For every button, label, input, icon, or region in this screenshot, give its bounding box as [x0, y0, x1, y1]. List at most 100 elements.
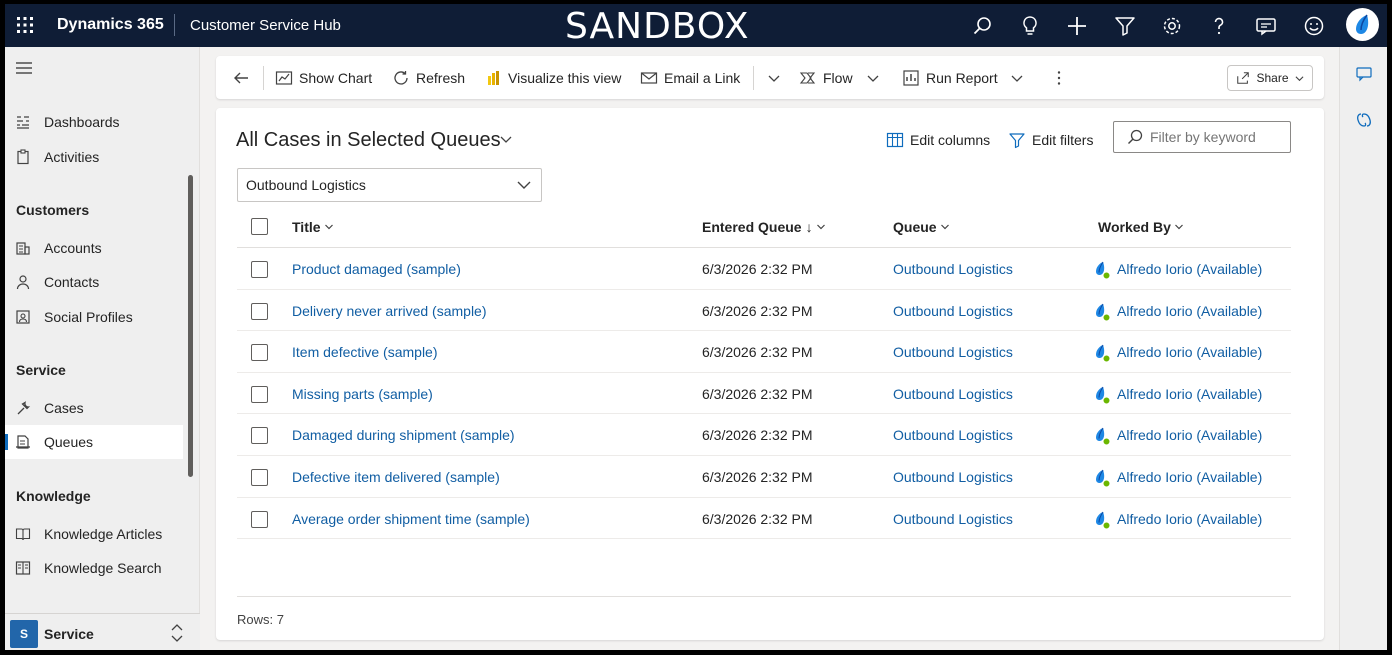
more-email-chevron[interactable]: [765, 56, 789, 99]
hamburger-icon[interactable]: [15, 61, 33, 75]
nav-item-knowledge-search[interactable]: Knowledge Search: [5, 551, 183, 585]
nav-section-service: Service: [16, 362, 66, 378]
smiley-icon[interactable]: [1302, 14, 1326, 38]
case-title-link[interactable]: Missing parts (sample): [292, 386, 433, 402]
dynamics-title[interactable]: Dynamics 365: [57, 16, 164, 34]
chat-icon[interactable]: [1254, 14, 1278, 38]
nav-scrollbar[interactable]: [188, 175, 193, 477]
queue-selector-value: Outbound Logistics: [246, 177, 366, 193]
user-presence-avatar-icon: [1091, 510, 1111, 530]
back-arrow-icon: [234, 72, 248, 83]
case-title-link[interactable]: Delivery never arrived (sample): [292, 303, 487, 319]
up-down-chevron-icon[interactable]: [170, 623, 184, 643]
view-title[interactable]: All Cases in Selected Queues: [236, 129, 501, 152]
view-selector-chevron-icon[interactable]: [499, 132, 513, 146]
case-title-link[interactable]: Defective item delivered (sample): [292, 469, 500, 485]
more-commands-button[interactable]: [1050, 56, 1074, 99]
queue-link[interactable]: Outbound Logistics: [893, 469, 1013, 485]
row-checkbox[interactable]: [251, 344, 268, 362]
row-checkbox[interactable]: [251, 510, 268, 528]
email-link-button[interactable]: Email a Link: [640, 56, 740, 99]
nav-label: Knowledge Articles: [44, 526, 163, 542]
queue-link[interactable]: Outbound Logistics: [893, 344, 1013, 360]
queue-link[interactable]: Outbound Logistics: [893, 386, 1013, 402]
table-row[interactable]: Damaged during shipment (sample) 6/3/202…: [237, 414, 1291, 456]
nav-item-cases[interactable]: Cases: [5, 391, 183, 425]
lightbulb-icon[interactable]: [1018, 14, 1042, 38]
column-header-worked-by[interactable]: Worked By: [1098, 219, 1184, 235]
chevron-down-icon: [1174, 224, 1183, 230]
command-bar: Show Chart Refresh Visualize this view E…: [216, 56, 1324, 99]
help-icon[interactable]: [1207, 14, 1231, 38]
row-checkbox[interactable]: [251, 261, 268, 278]
profile-icon: [15, 309, 31, 325]
table-row[interactable]: Item defective (sample) 6/3/2026 2:32 PM…: [237, 331, 1291, 373]
user-presence-avatar-icon: [1091, 426, 1111, 446]
back-button[interactable]: [232, 56, 256, 99]
row-checkbox[interactable]: [251, 468, 268, 486]
worked-by-link[interactable]: Alfredo Iorio (Available): [1117, 261, 1262, 277]
edit-filters-button[interactable]: Edit filters: [1008, 128, 1093, 152]
refresh-button[interactable]: Refresh: [392, 56, 465, 99]
flow-icon: [799, 71, 816, 84]
app-name[interactable]: Customer Service Hub: [190, 17, 341, 34]
gear-icon[interactable]: [1160, 14, 1184, 38]
more-vertical-icon: [1057, 70, 1061, 85]
show-chart-button[interactable]: Show Chart: [275, 56, 372, 99]
visualize-view-button[interactable]: Visualize this view: [484, 56, 621, 99]
share-button[interactable]: Share: [1227, 65, 1313, 91]
run-report-button[interactable]: Run Report: [902, 56, 998, 99]
queue-link[interactable]: Outbound Logistics: [893, 261, 1013, 277]
table-row[interactable]: Product damaged (sample) 6/3/2026 2:32 P…: [237, 248, 1291, 290]
worked-by-link[interactable]: Alfredo Iorio (Available): [1117, 427, 1262, 443]
copilot-icon[interactable]: [1355, 111, 1373, 129]
edit-columns-button[interactable]: Edit columns: [886, 128, 990, 152]
queue-link[interactable]: Outbound Logistics: [893, 427, 1013, 443]
queue-link[interactable]: Outbound Logistics: [893, 303, 1013, 319]
flow-chevron[interactable]: [864, 56, 888, 99]
worked-by-link[interactable]: Alfredo Iorio (Available): [1117, 303, 1262, 319]
nav-item-knowledge-articles[interactable]: Knowledge Articles: [5, 517, 183, 551]
app-launcher-icon[interactable]: [15, 15, 35, 35]
queue-link[interactable]: Outbound Logistics: [893, 511, 1013, 527]
nav-item-social-profiles[interactable]: Social Profiles: [5, 300, 183, 334]
table-row[interactable]: Average order shipment time (sample) 6/3…: [237, 498, 1291, 540]
run-report-chevron[interactable]: [1008, 56, 1032, 99]
filter-icon[interactable]: [1113, 14, 1137, 38]
grid-header: Title Entered Queue ↓ Queue Worked By: [237, 205, 1291, 248]
chevron-down-icon: [940, 224, 949, 230]
flow-button[interactable]: Flow: [799, 56, 853, 99]
select-all-checkbox[interactable]: [251, 218, 268, 235]
worked-by-link[interactable]: Alfredo Iorio (Available): [1117, 344, 1262, 360]
user-avatar[interactable]: [1346, 8, 1379, 41]
grid-body: Product damaged (sample) 6/3/2026 2:32 P…: [237, 248, 1291, 540]
row-checkbox[interactable]: [251, 427, 268, 445]
column-header-entered-queue[interactable]: Entered Queue ↓: [702, 219, 826, 235]
nav-item-dashboards[interactable]: Dashboards: [5, 105, 183, 139]
case-title-link[interactable]: Average order shipment time (sample): [292, 511, 530, 527]
worked-by-link[interactable]: Alfredo Iorio (Available): [1117, 386, 1262, 402]
nav-item-accounts[interactable]: Accounts: [5, 231, 183, 265]
worked-by-link[interactable]: Alfredo Iorio (Available): [1117, 469, 1262, 485]
area-switcher[interactable]: S Service: [5, 613, 200, 650]
nav-item-activities[interactable]: Activities: [5, 140, 183, 174]
case-title-link[interactable]: Item defective (sample): [292, 344, 438, 360]
table-row[interactable]: Delivery never arrived (sample) 6/3/2026…: [237, 290, 1291, 332]
case-title-link[interactable]: Damaged during shipment (sample): [292, 427, 515, 443]
nav-item-queues[interactable]: Queues: [5, 425, 183, 459]
queue-selector[interactable]: Outbound Logistics: [237, 168, 542, 202]
search-icon[interactable]: [971, 14, 995, 38]
table-row[interactable]: Defective item delivered (sample) 6/3/20…: [237, 456, 1291, 498]
command-separator: [263, 66, 264, 90]
edit-columns-icon: [886, 132, 904, 148]
column-header-title[interactable]: Title: [292, 219, 334, 235]
case-title-link[interactable]: Product damaged (sample): [292, 261, 461, 277]
nav-item-contacts[interactable]: Contacts: [5, 265, 183, 299]
table-row[interactable]: Missing parts (sample) 6/3/2026 2:32 PM …: [237, 373, 1291, 415]
row-checkbox[interactable]: [251, 385, 268, 403]
column-header-queue[interactable]: Queue: [893, 219, 950, 235]
row-checkbox[interactable]: [251, 302, 268, 320]
worked-by-link[interactable]: Alfredo Iorio (Available): [1117, 511, 1262, 527]
conversation-icon[interactable]: [1355, 65, 1373, 83]
plus-icon[interactable]: [1065, 14, 1089, 38]
